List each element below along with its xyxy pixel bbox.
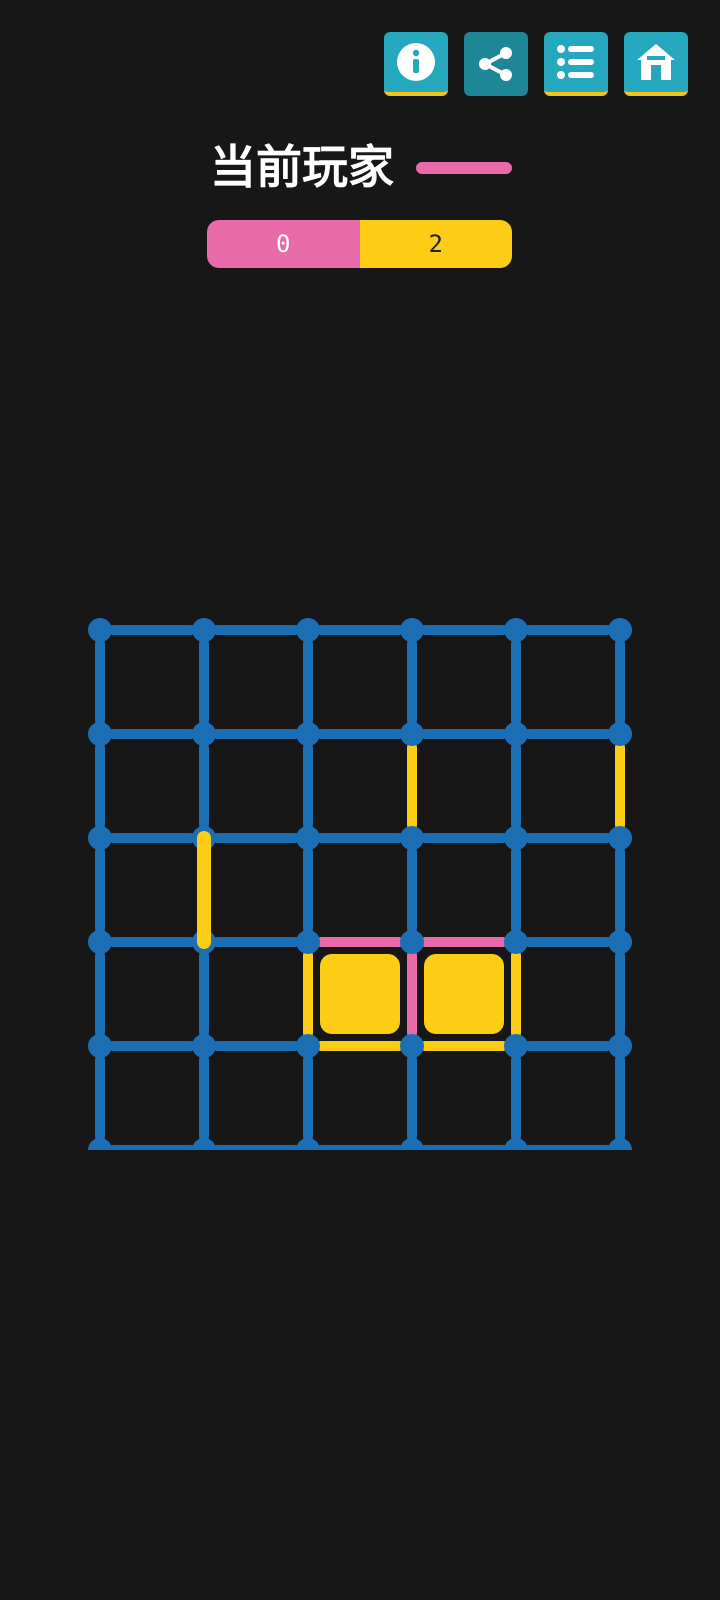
grid-dot (192, 1138, 216, 1150)
home-button[interactable] (624, 32, 688, 96)
grid-dot (88, 930, 112, 954)
grid-dot (400, 930, 424, 954)
grid-dot (296, 1138, 320, 1150)
claimed-box (320, 954, 400, 1034)
grid-dot (88, 722, 112, 746)
grid-dot (192, 1034, 216, 1058)
share-icon (479, 47, 512, 81)
info-button[interactable] (384, 32, 448, 96)
grid-dot (400, 826, 424, 850)
grid-dot (88, 826, 112, 850)
current-player-indicator (416, 162, 512, 174)
grid-dot (88, 1034, 112, 1058)
grid-dot (88, 1138, 112, 1150)
grid-dot (504, 722, 528, 746)
grid-dot (504, 618, 528, 642)
list-icon (557, 45, 594, 79)
grid-dot (296, 618, 320, 642)
grid-dot (296, 826, 320, 850)
grid-dot (296, 1034, 320, 1058)
current-player-label: 当前玩家 (210, 140, 394, 194)
grid-dot (608, 826, 632, 850)
game-board (88, 618, 632, 1150)
player1-score: 0 (207, 220, 360, 268)
grid-dot (504, 930, 528, 954)
score-bar: 0 2 (207, 220, 512, 268)
grid-dot (504, 1034, 528, 1058)
grid-dot (88, 618, 112, 642)
player2-score: 2 (359, 220, 512, 268)
grid-dot (296, 930, 320, 954)
grid-dot (504, 1138, 528, 1150)
home-icon (637, 44, 675, 80)
grid-dot (400, 1138, 424, 1150)
grid-dot (400, 1034, 424, 1058)
claimed-box (424, 954, 504, 1034)
grid-dot (192, 618, 216, 642)
grid-dot (504, 826, 528, 850)
grid-dot (608, 722, 632, 746)
grid-dot (192, 722, 216, 746)
grid-dot (400, 722, 424, 746)
list-button[interactable] (544, 32, 608, 96)
grid-dot (608, 618, 632, 642)
info-icon (397, 43, 435, 81)
grid-dot (608, 930, 632, 954)
grid-dot (608, 1138, 632, 1150)
grid-dot (400, 618, 424, 642)
grid-dot (608, 1034, 632, 1058)
share-button[interactable] (464, 32, 528, 96)
grid-dot (296, 722, 320, 746)
